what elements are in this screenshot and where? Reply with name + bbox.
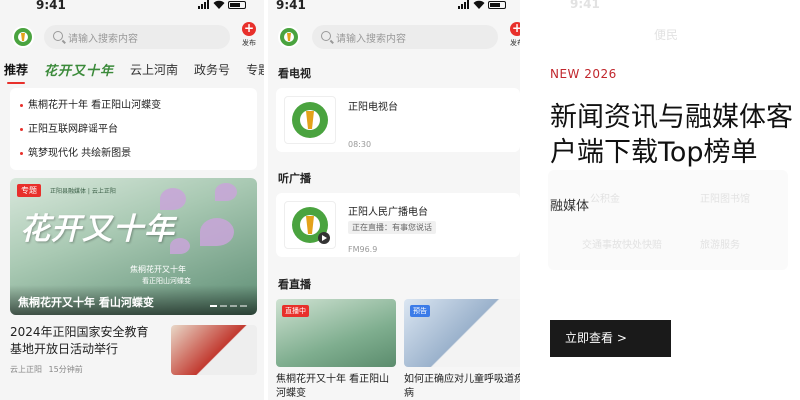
signal-icon bbox=[458, 0, 469, 9]
publish-label: 发布 bbox=[510, 39, 520, 47]
news-item[interactable]: 2024年正阳国家安全教育基地开放日活动举行 云上正阳 15分钟前 bbox=[10, 322, 257, 382]
tab-huakai-logo[interactable]: 花开又十年 bbox=[44, 60, 114, 79]
status-bar: 9:41 bbox=[0, 0, 264, 14]
flower-decoration bbox=[215, 183, 237, 201]
headline-item[interactable]: 筑梦现代化 共绘新图景 bbox=[20, 142, 247, 166]
publish-label: 发布 bbox=[242, 39, 256, 47]
home-screen: 9:41 请输入搜索内容 + 发布 推荐 花开又十年 云上河南 政务号 专题 焦… bbox=[0, 0, 264, 400]
signal-icon bbox=[198, 0, 209, 9]
flower-decoration bbox=[200, 218, 234, 246]
wifi-icon bbox=[473, 0, 485, 9]
radio-logo bbox=[284, 201, 336, 249]
status-bar: 9:41 bbox=[268, 0, 520, 14]
topic-badge: 专题 bbox=[17, 184, 41, 197]
status-time: 9:41 bbox=[276, 0, 306, 12]
top-bar: 请输入搜索内容 + 发布 bbox=[0, 22, 264, 52]
radio-frequency: FM96.9 bbox=[348, 245, 378, 254]
view-now-button[interactable]: 立即查看 > bbox=[550, 320, 671, 357]
carousel-indicator bbox=[210, 305, 247, 307]
battery-icon bbox=[228, 0, 246, 9]
publish-button[interactable]: + 发布 bbox=[506, 22, 520, 48]
tab-recommend[interactable]: 推荐 bbox=[4, 61, 28, 84]
search-placeholder: 请输入搜索内容 bbox=[68, 33, 138, 45]
app-logo[interactable] bbox=[12, 26, 34, 48]
tab-topics[interactable]: 专题 bbox=[246, 61, 264, 78]
live-video-title[interactable]: 焦桐花开又十年 看正阳山河蝶变 bbox=[276, 373, 396, 400]
live-video-card[interactable]: 直播中 bbox=[276, 299, 396, 367]
news-meta: 云上正阳 15分钟前 bbox=[10, 364, 83, 375]
overlay-title: 新闻资讯与融媒体客 户端下载Top榜单 bbox=[550, 102, 793, 168]
preview-badge: 预告 bbox=[410, 305, 430, 317]
tab-cloud-henan[interactable]: 云上河南 bbox=[130, 61, 178, 78]
tab-government[interactable]: 政务号 bbox=[194, 61, 230, 78]
radio-channel-card[interactable]: 正阳人民广播电台 正在直播：有事您说话 FM96.9 bbox=[276, 193, 520, 257]
headline-list: 焦桐花开十年 看正阳山河蝶变 正阳互联网辟谣平台 筑梦现代化 共绘新图景 bbox=[10, 88, 257, 170]
search-placeholder: 请输入搜索内容 bbox=[336, 33, 406, 45]
feature-banner[interactable]: 专题 正阳县融媒体 | 云上正阳 花开又十年 焦桐花开又十年 看正阳山河蝶变 焦… bbox=[10, 178, 257, 315]
status-time: 9:41 bbox=[36, 0, 66, 12]
faded-service-item: 正阳图书馆 bbox=[700, 194, 750, 205]
headline-item[interactable]: 正阳互联网辟谣平台 bbox=[20, 118, 247, 142]
banner-art-line: 焦桐花开又十年 bbox=[130, 265, 186, 274]
search-icon bbox=[53, 31, 63, 41]
publish-button[interactable]: + 发布 bbox=[238, 22, 260, 48]
radio-channel-name: 正阳人民广播电台 bbox=[348, 207, 428, 218]
section-title-radio: 听广播 bbox=[278, 172, 311, 185]
app-logo[interactable] bbox=[278, 26, 300, 48]
news-source: 云上正阳 bbox=[10, 365, 42, 374]
faded-service-panel bbox=[548, 170, 788, 270]
plus-icon: + bbox=[242, 21, 256, 36]
radio-live-status: 正在直播：有事您说话 bbox=[348, 221, 436, 234]
preview-video-title[interactable]: 如何正确应对儿童呼吸道疾病 bbox=[404, 373, 520, 400]
search-input[interactable]: 请输入搜索内容 bbox=[312, 25, 498, 49]
preview-video-card[interactable]: 预告 bbox=[404, 299, 520, 367]
top-bar: 请输入搜索内容 + 发布 bbox=[268, 22, 520, 52]
tv-channel-name: 正阳电视台 bbox=[348, 102, 398, 113]
banner-art-title: 花开又十年 bbox=[20, 212, 175, 247]
category-tabs: 推荐 花开又十年 云上河南 政务号 专题 bbox=[4, 56, 264, 84]
search-icon bbox=[321, 31, 331, 41]
banner-caption: 焦桐花开又十年 看山河蝶变 bbox=[10, 285, 257, 315]
tv-channel-card[interactable]: 正阳电视台 08:30 bbox=[276, 88, 520, 152]
faded-status-time: 9:41 bbox=[570, 0, 600, 11]
live-badge: 直播中 bbox=[282, 305, 309, 317]
faded-service-item: 公积金 bbox=[590, 194, 620, 205]
plus-icon: + bbox=[510, 22, 520, 36]
news-title: 2024年正阳国家安全教育基地开放日活动举行 bbox=[10, 325, 149, 356]
tv-logo bbox=[284, 96, 336, 144]
overlay-subtitle: 融媒体 bbox=[550, 199, 590, 214]
partner-logos: 正阳县融媒体 | 云上正阳 bbox=[50, 188, 116, 195]
search-input[interactable]: 请输入搜索内容 bbox=[44, 25, 230, 49]
battery-icon bbox=[488, 0, 506, 9]
tv-time: 08:30 bbox=[348, 140, 372, 149]
section-title-live: 看直播 bbox=[278, 278, 311, 291]
news-thumbnail bbox=[171, 325, 257, 375]
news-time: 15分钟前 bbox=[48, 365, 83, 374]
faded-service-item: 交通事故快处快赔 bbox=[582, 240, 662, 251]
wifi-icon bbox=[213, 0, 225, 9]
faded-header: 便民 bbox=[654, 28, 679, 42]
overlay-tag: NEW 2026 bbox=[550, 67, 617, 81]
section-title-tv: 看电视 bbox=[278, 67, 311, 80]
headline-item[interactable]: 焦桐花开十年 看正阳山河蝶变 bbox=[20, 94, 247, 118]
faded-service-item: 旅游服务 bbox=[700, 240, 740, 251]
media-screen: 9:41 请输入搜索内容 + 发布 看电视 正阳电视台 08:30 听广播 bbox=[268, 0, 520, 400]
